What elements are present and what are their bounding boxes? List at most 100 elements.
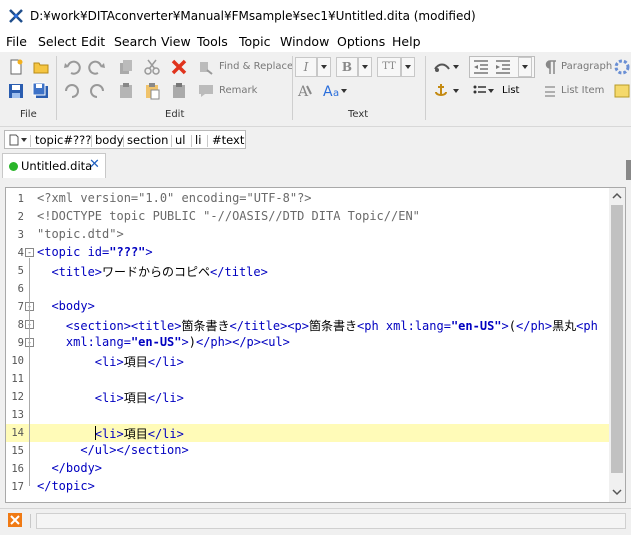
link-dropdown-icon[interactable]: [432, 58, 460, 76]
settings-gear-icon[interactable]: [613, 58, 631, 76]
line-number: 10: [11, 355, 24, 367]
scroll-down-icon[interactable]: [612, 488, 622, 496]
list-dropdown-icon[interactable]: [472, 82, 496, 100]
breadcrumb-body[interactable]: body: [95, 133, 123, 147]
cut-icon[interactable]: [143, 58, 161, 76]
code-line[interactable]: 12 <li>項目</li>: [6, 388, 609, 406]
document-menu-icon[interactable]: [8, 134, 28, 146]
paragraph-label[interactable]: Paragraph: [561, 61, 612, 72]
code-line[interactable]: 14 <li>項目</li>: [6, 424, 609, 442]
breadcrumb-ul[interactable]: ul: [175, 133, 185, 147]
menu-file[interactable]: File: [6, 34, 27, 49]
tab-untitled[interactable]: Untitled.dita ✕: [2, 153, 106, 178]
paste-icon[interactable]: [117, 82, 135, 100]
list-item-label[interactable]: List Item: [561, 85, 604, 96]
code-token: </ul></section>: [80, 443, 189, 457]
teletype-dropdown[interactable]: [401, 57, 415, 77]
redo-icon[interactable]: [88, 58, 106, 76]
bold-button[interactable]: B: [336, 57, 358, 77]
delete-icon[interactable]: [170, 58, 188, 76]
line-number: 11: [11, 373, 24, 385]
teletype-button[interactable]: TT: [377, 57, 401, 77]
text-style-icon[interactable]: A: [296, 82, 314, 100]
indent-icon[interactable]: [494, 58, 512, 76]
text-caret: [95, 426, 96, 440]
code-line[interactable]: 3 "topic.dtd">: [6, 226, 609, 244]
code-line[interactable]: 17 </topic>: [6, 478, 609, 496]
code-line[interactable]: 16 </body>: [6, 460, 609, 478]
list-label[interactable]: List: [502, 85, 519, 96]
menu-window[interactable]: Window: [280, 34, 329, 49]
code-line[interactable]: 8- <section><title>箇条書き</title><p>箇条書き<p…: [6, 316, 609, 334]
menu-help[interactable]: Help: [392, 34, 421, 49]
breadcrumb-separator: [91, 135, 92, 147]
code-token: 項目: [123, 391, 148, 405]
note-icon[interactable]: [613, 82, 631, 100]
save-icon[interactable]: [7, 82, 25, 100]
code-line[interactable]: 7- <body>: [6, 298, 609, 316]
menu-tools[interactable]: Tools: [197, 34, 228, 49]
save-all-icon[interactable]: [32, 82, 50, 100]
breadcrumb-li[interactable]: li: [195, 133, 201, 147]
code-line[interactable]: 11: [6, 370, 609, 388]
outdent-icon[interactable]: [472, 58, 490, 76]
menu-topic[interactable]: Topic: [239, 34, 270, 49]
clipboard-icon[interactable]: [170, 82, 188, 100]
menu-view[interactable]: View: [161, 34, 191, 49]
indent-dropdown[interactable]: [518, 57, 532, 77]
code-token: <li>: [94, 355, 124, 369]
paste-special-icon[interactable]: [143, 82, 161, 100]
remark-icon[interactable]: [197, 82, 215, 100]
italic-button[interactable]: I: [295, 57, 317, 77]
fold-toggle-icon[interactable]: -: [25, 248, 34, 257]
breadcrumb-section[interactable]: section: [127, 133, 168, 147]
line-number: 13: [11, 409, 24, 421]
vertical-scrollbar[interactable]: [609, 188, 625, 502]
scrollbar-thumb[interactable]: [611, 205, 623, 473]
find-replace-label[interactable]: Find & Replace: [219, 61, 293, 72]
tab-close-icon[interactable]: ✕: [89, 157, 100, 172]
code-editor[interactable]: 1 <?xml version="1.0" encoding="UTF-8"?> 2…: [5, 187, 626, 503]
copy-icon[interactable]: [117, 58, 135, 76]
bold-dropdown[interactable]: [358, 57, 372, 77]
code-text: </ul></section>: [37, 443, 189, 457]
line-number: 4: [17, 247, 24, 259]
menu-options[interactable]: Options: [337, 34, 385, 49]
list-item-icon[interactable]: [541, 82, 559, 100]
code-line[interactable]: 13: [6, 406, 609, 424]
error-status-icon[interactable]: [8, 513, 22, 527]
code-line[interactable]: 5 <title>ワードからのコピペ</title>: [6, 262, 609, 280]
new-file-icon[interactable]: [7, 58, 25, 76]
breadcrumb-topic[interactable]: topic#???: [35, 133, 91, 147]
italic-dropdown[interactable]: [317, 57, 331, 77]
code-line[interactable]: 15 </ul></section>: [6, 442, 609, 460]
code-line[interactable]: 6: [6, 280, 609, 298]
anchor-dropdown-icon[interactable]: [432, 82, 460, 100]
breadcrumb-separator: [191, 135, 192, 147]
code-line[interactable]: 2 <!DOCTYPE topic PUBLIC "-//OASIS//DTD D…: [6, 208, 609, 226]
code-line[interactable]: 4- <topic id="???">: [6, 244, 609, 262]
line-number: 1: [17, 193, 24, 205]
code-token: "en-US": [450, 319, 502, 333]
remark-label[interactable]: Remark: [219, 85, 257, 96]
undo-icon[interactable]: [63, 58, 81, 76]
breadcrumb-text[interactable]: #text: [212, 133, 244, 147]
font-color-icon[interactable]: Aa: [322, 82, 348, 100]
scroll-up-icon[interactable]: [612, 192, 622, 200]
status-bar: [0, 508, 631, 535]
menu-search[interactable]: Search: [114, 34, 157, 49]
code-line[interactable]: 1 <?xml version="1.0" encoding="UTF-8"?>: [6, 190, 609, 208]
code-line[interactable]: 10 <li>項目</li>: [6, 352, 609, 370]
paragraph-icon[interactable]: [541, 58, 559, 76]
menu-select[interactable]: Select: [38, 34, 77, 49]
line-number: 9: [17, 337, 24, 349]
code-line[interactable]: 9- xml:lang="en-US">)</ph></p><ul>: [6, 334, 609, 352]
line-number: 16: [11, 463, 24, 475]
side-panel-handle[interactable]: [626, 160, 631, 180]
indent-right-icon[interactable]: [88, 82, 106, 100]
menu-edit[interactable]: Edit: [81, 34, 105, 49]
open-folder-icon[interactable]: [32, 58, 50, 76]
find-replace-icon[interactable]: [197, 58, 215, 76]
code-token: <?xml version="1.0" encoding="UTF-8"?>: [37, 191, 312, 205]
indent-left-icon[interactable]: [63, 82, 81, 100]
